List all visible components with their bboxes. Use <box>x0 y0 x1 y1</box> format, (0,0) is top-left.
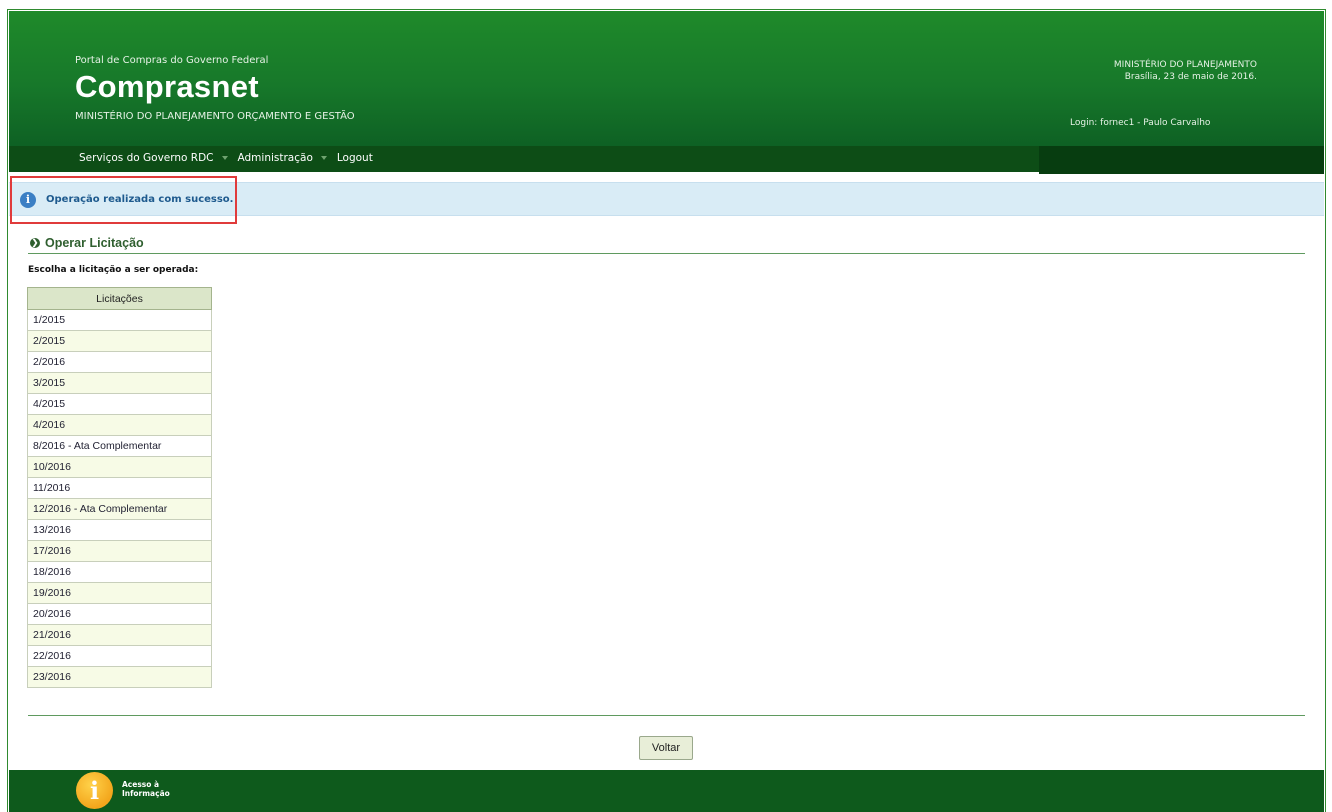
voltar-button[interactable]: Voltar <box>639 736 693 760</box>
site-header: Portal de Compras do Governo Federal Com… <box>9 11 1324 146</box>
bottom-divider <box>28 715 1305 716</box>
menu-item-servicos[interactable]: Serviços do Governo RDC <box>79 152 228 164</box>
table-row[interactable]: 22/2016 <box>27 645 212 667</box>
acesso-line1: Acesso à <box>122 780 160 789</box>
table-row[interactable]: 1/2015 <box>27 309 212 331</box>
table-row[interactable]: 19/2016 <box>27 582 212 604</box>
menu-item-label: Serviços do Governo RDC <box>79 152 214 164</box>
menu-item-label: Administração <box>237 152 313 164</box>
table-row[interactable]: 2/2015 <box>27 330 212 352</box>
table-row[interactable]: 11/2016 <box>27 477 212 499</box>
licitacoes-table: Licitações 1/2015 2/2015 2/2016 3/2015 4… <box>27 287 212 688</box>
acesso-informacao-link[interactable]: Acesso à Informação <box>122 780 170 798</box>
site-footer <box>9 770 1324 812</box>
menu-item-administracao[interactable]: Administração <box>238 152 327 164</box>
table-row[interactable]: 4/2016 <box>27 414 212 436</box>
table-row[interactable]: 12/2016 - Ata Complementar <box>27 498 212 520</box>
table-row[interactable]: 23/2016 <box>27 666 212 688</box>
chevron-down-icon <box>320 156 327 160</box>
menu-item-logout[interactable]: Logout <box>337 152 373 164</box>
brand-logo-text[interactable]: Comprasnet <box>75 69 259 105</box>
login-info: Login: fornec1 - Paulo Carvalho <box>1070 118 1211 128</box>
alert-highlight-box <box>10 176 237 224</box>
main-menu-bar: Serviços do Governo RDC Administração Lo… <box>9 146 1324 174</box>
table-row[interactable]: 10/2016 <box>27 456 212 478</box>
table-row[interactable]: 2/2016 <box>27 351 212 373</box>
acesso-informacao-icon[interactable]: i <box>76 772 113 809</box>
section-subtitle: Escolha a licitação a ser operada: <box>28 265 199 275</box>
menu-item-label: Logout <box>336 152 373 164</box>
header-date: Brasília, 23 de maio de 2016. <box>1124 72 1257 82</box>
menubar-right-block <box>1039 146 1324 174</box>
acesso-line2: Informação <box>122 789 170 798</box>
ministry-name: MINISTÉRIO DO PLANEJAMENTO <box>1113 60 1257 70</box>
section-title-text: Operar Licitação <box>45 236 144 250</box>
ministry-subtitle: MINISTÉRIO DO PLANEJAMENTO ORÇAMENTO E G… <box>75 111 355 122</box>
table-header: Licitações <box>27 287 212 310</box>
chevron-right-icon: ❯ <box>30 238 40 248</box>
table-row[interactable]: 3/2015 <box>27 372 212 394</box>
table-row[interactable]: 21/2016 <box>27 624 212 646</box>
section-divider <box>28 253 1305 254</box>
portal-line: Portal de Compras do Governo Federal <box>75 55 269 66</box>
table-row[interactable]: 13/2016 <box>27 519 212 541</box>
main-menu: Serviços do Governo RDC Administração Lo… <box>79 152 383 164</box>
chevron-down-icon <box>221 156 228 160</box>
table-row[interactable]: 8/2016 - Ata Complementar <box>27 435 212 457</box>
header-ministry-info: MINISTÉRIO DO PLANEJAMENTO Brasília, 23 … <box>1114 59 1257 83</box>
table-row[interactable]: 18/2016 <box>27 561 212 583</box>
section-title: ❯ Operar Licitação <box>30 236 144 250</box>
table-row[interactable]: 20/2016 <box>27 603 212 625</box>
table-row[interactable]: 17/2016 <box>27 540 212 562</box>
table-row[interactable]: 4/2015 <box>27 393 212 415</box>
